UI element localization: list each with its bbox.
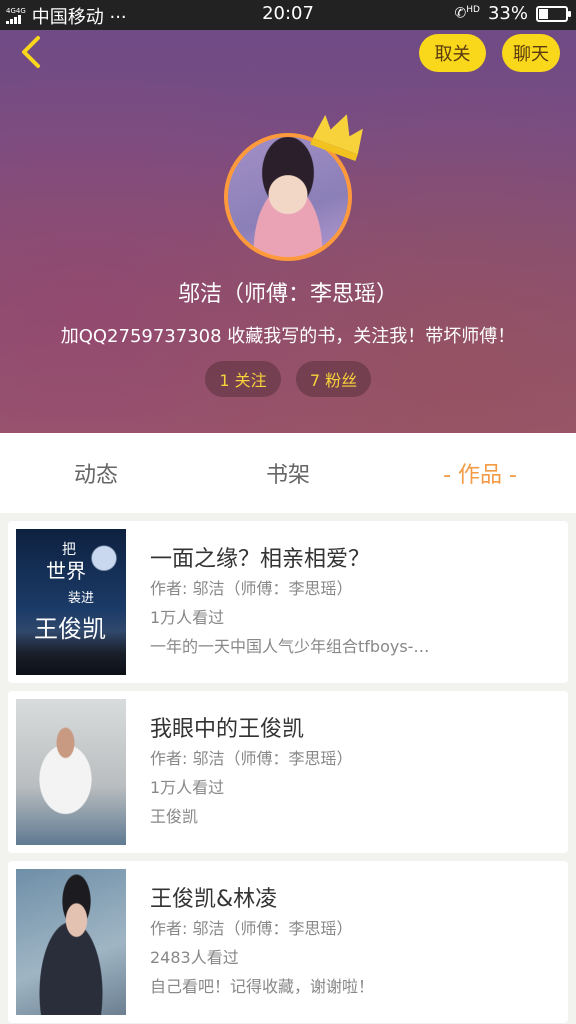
user-bio: 加QQ2759737308 收藏我写的书，关注我！带坏师傅！ — [60, 326, 516, 347]
profile-header: 4G4G 中国移动 ··· 20:07 ✆HD 33% 取关 聊天 邬洁（师傅：… — [0, 0, 576, 433]
book-author: 作者: 邬洁（师傅：李思瑶） — [150, 749, 353, 768]
fans-count-badge[interactable]: 7 粉丝 — [296, 361, 371, 397]
crown-icon — [310, 114, 363, 161]
book-author: 作者: 邬洁（师傅：李思瑶） — [150, 579, 353, 598]
list-item[interactable]: 把 世界 装进 王俊凯 一面之缘？相亲相爱？ 作者: 邬洁（师傅：李思瑶） 1万… — [8, 521, 568, 683]
chevron-left-icon — [22, 36, 40, 68]
username: 邬洁（师傅：李思瑶） — [177, 282, 398, 307]
book-cover — [16, 699, 126, 845]
cover-text: 世界 — [46, 559, 86, 583]
book-cover: 把 世界 装进 王俊凯 — [16, 529, 126, 675]
battery-fill — [539, 8, 549, 19]
avatar-container[interactable] — [224, 114, 363, 261]
tab-activity[interactable]: 动态 — [0, 433, 192, 513]
cover-text: 装进 — [68, 591, 95, 606]
book-author: 作者: 邬洁（师傅：李思瑶） — [150, 919, 353, 938]
battery-percent: 33% — [487, 3, 528, 24]
battery-icon — [536, 5, 571, 22]
unfollow-button[interactable]: 取关 — [419, 34, 486, 72]
cover-text: 王俊凯 — [34, 615, 106, 643]
book-description: 自己看吧！记得收藏，谢谢啦！ — [150, 977, 375, 996]
following-count-badge[interactable]: 1 关注 — [205, 361, 281, 397]
hd-label: HD — [466, 5, 480, 16]
back-button[interactable] — [14, 32, 54, 72]
book-views: 1万人看过 — [150, 778, 225, 797]
book-views: 1万人看过 — [150, 608, 225, 627]
profile-tabs: 动态 书架 - 作品 - — [0, 433, 576, 513]
list-item[interactable]: 我眼中的王俊凯 作者: 邬洁（师傅：李思瑶） 1万人看过 王俊凯 — [8, 691, 568, 853]
book-title: 我眼中的王俊凯 — [150, 717, 305, 742]
tab-bookshelf[interactable]: 书架 — [192, 433, 384, 513]
chat-button[interactable]: 聊天 — [502, 34, 560, 72]
book-title: 一面之缘？相亲相爱？ — [150, 547, 371, 572]
book-views: 2483人看过 — [150, 948, 239, 967]
book-info: 一面之缘？相亲相爱？ 作者: 邬洁（师傅：李思瑶） 1万人看过 一年的一天中国人… — [150, 541, 558, 662]
book-info: 我眼中的王俊凯 作者: 邬洁（师傅：李思瑶） 1万人看过 王俊凯 — [150, 711, 558, 832]
book-description: 一年的一天中国人气少年组合tfboys-… — [150, 637, 430, 656]
list-item[interactable]: 王俊凯&林凌 作者: 邬洁（师傅：李思瑶） 2483人看过 自己看吧！记得收藏，… — [8, 861, 568, 1023]
status-right: ✆HD 33% — [454, 3, 571, 24]
tab-works[interactable]: - 作品 - — [384, 433, 576, 513]
book-title: 王俊凯&林凌 — [150, 887, 278, 912]
phone-hd-icon: ✆HD — [454, 5, 480, 22]
book-description: 王俊凯 — [150, 807, 199, 826]
book-info: 王俊凯&林凌 作者: 邬洁（师傅：李思瑶） 2483人看过 自己看吧！记得收藏，… — [150, 881, 558, 1002]
book-cover — [16, 869, 126, 1015]
status-bar: 4G4G 中国移动 ··· 20:07 ✆HD 33% — [0, 0, 576, 30]
